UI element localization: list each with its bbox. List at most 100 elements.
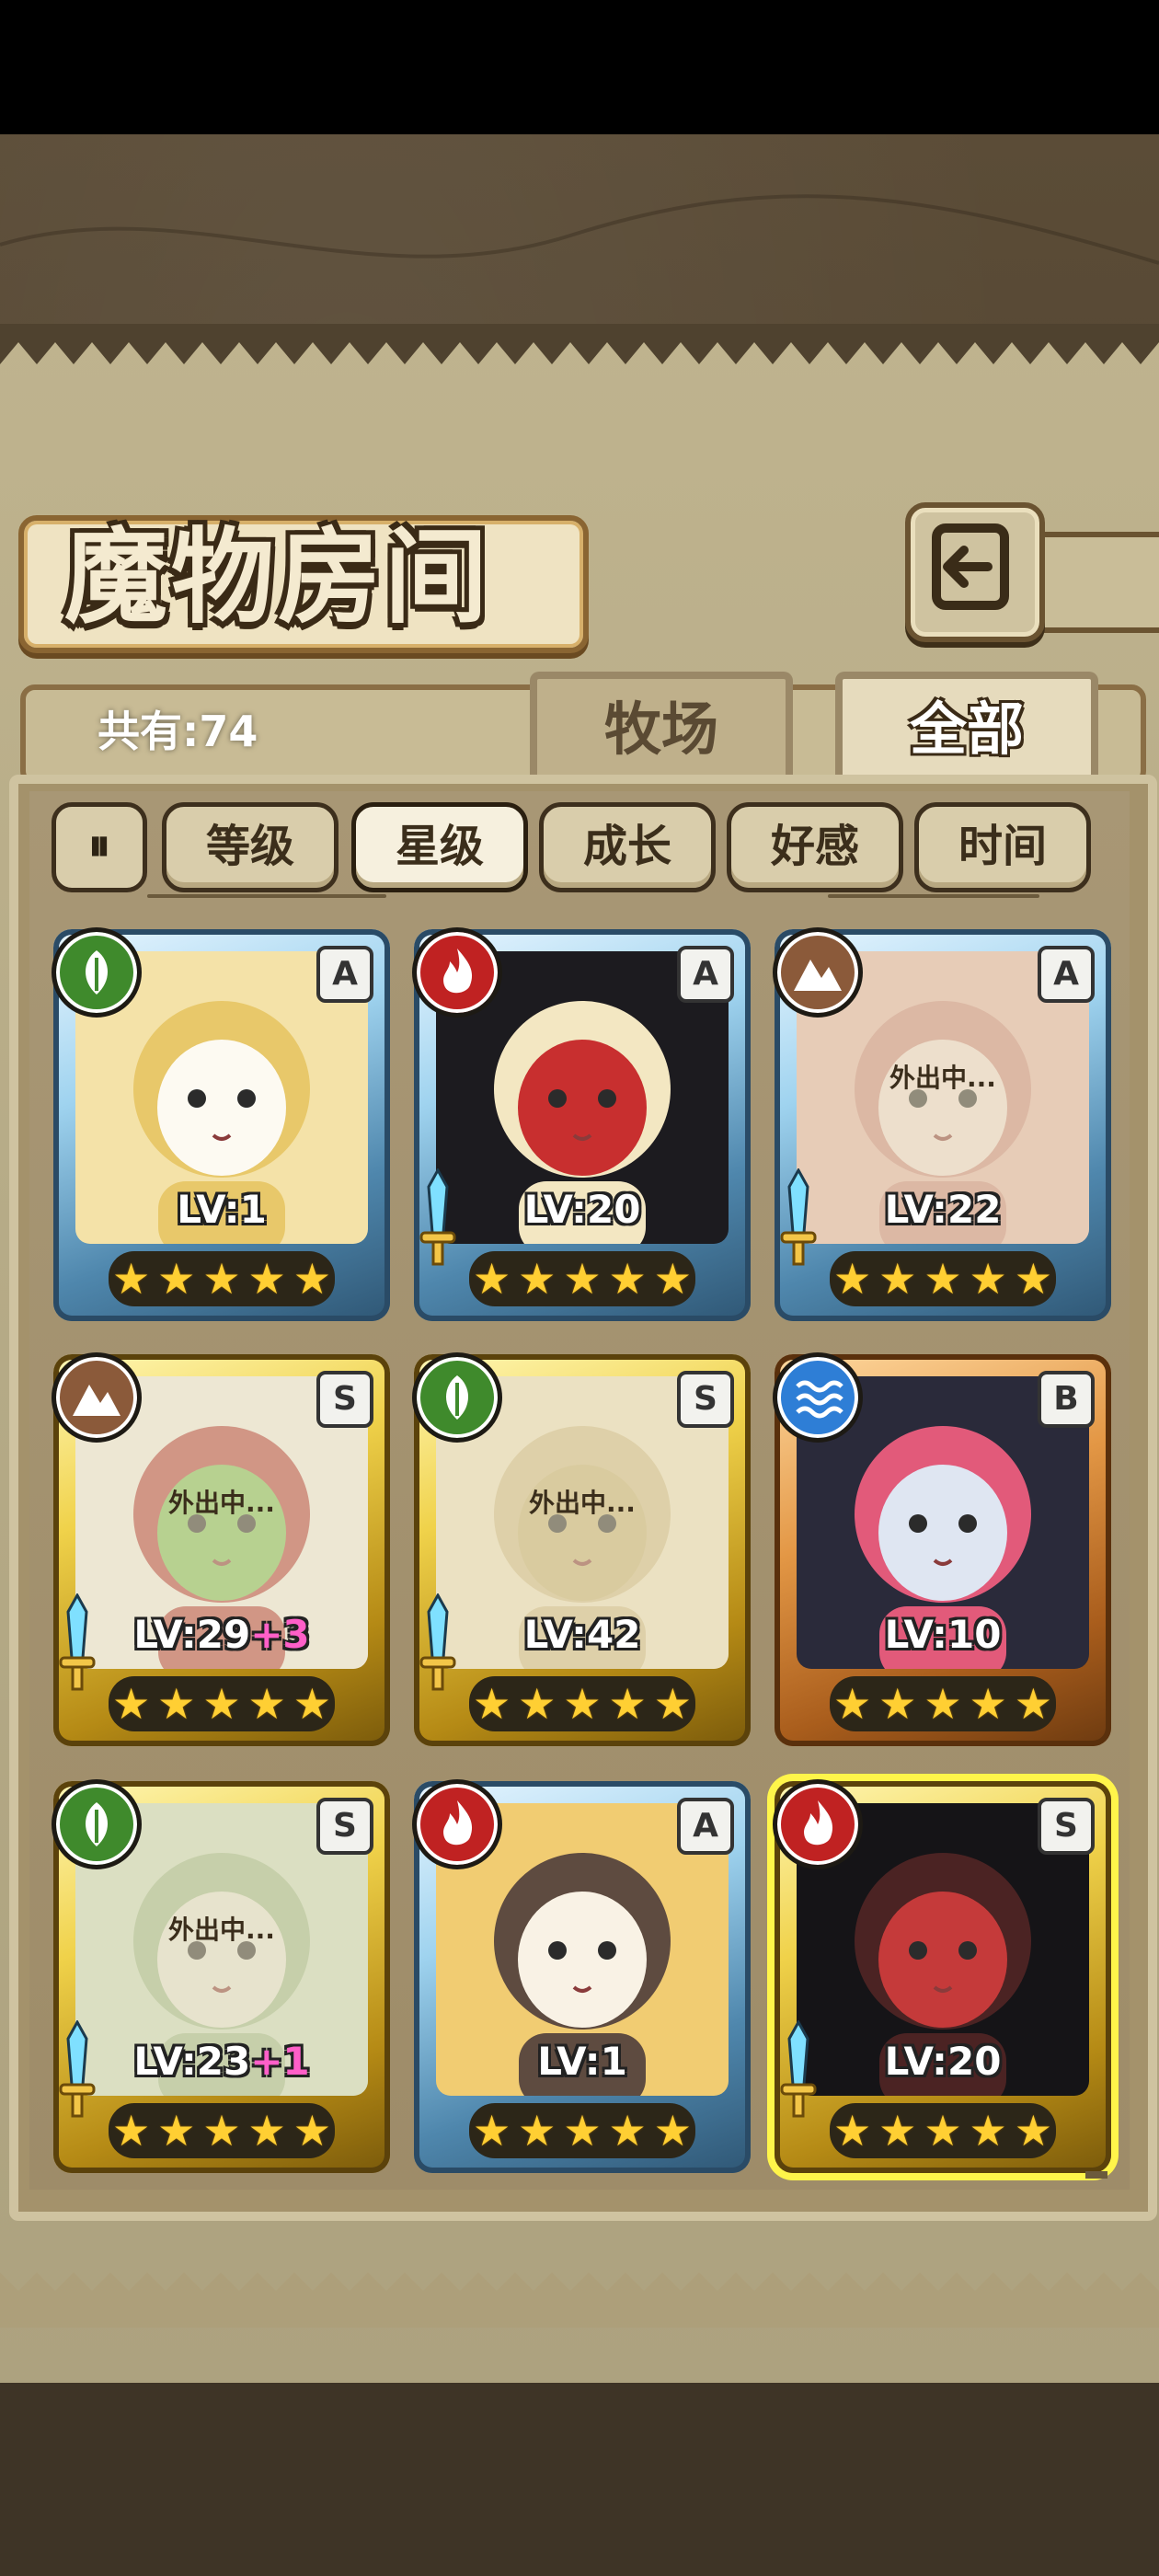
rank-badge: A: [1038, 946, 1095, 1003]
rank-badge: A: [677, 1798, 734, 1855]
star-icon: ★: [969, 1679, 1007, 1729]
star-icon: ★: [157, 2106, 196, 2156]
level-value: LV:1: [177, 1187, 267, 1232]
star-icon: ★: [608, 1679, 647, 1729]
star-icon: ★: [518, 1254, 557, 1304]
sort-direction-toggle[interactable]: ⏸: [52, 802, 147, 892]
rank-badge: B: [1038, 1371, 1095, 1428]
sort-button-level[interactable]: 等级: [162, 802, 339, 892]
sort-button-star[interactable]: 星级: [351, 802, 528, 892]
star-rating: ★ ★ ★ ★ ★: [109, 1251, 335, 1306]
star-icon: ★: [878, 1254, 917, 1304]
monster-count: 共有:74: [98, 707, 258, 756]
back-button[interactable]: [905, 502, 1045, 642]
monster-card[interactable]: 外出中... S LV:29+3 ★ ★ ★ ★ ★: [52, 1352, 390, 1746]
star-icon: ★: [247, 1679, 286, 1729]
sort-direction-icon: ⏸: [87, 820, 110, 871]
level-value: LV:10: [884, 1612, 1002, 1657]
star-icon: ★: [608, 2106, 647, 2156]
sort-button-time[interactable]: 时间: [914, 802, 1091, 892]
level-label: LV:1: [75, 1187, 368, 1232]
star-icon: ★: [924, 1679, 962, 1729]
star-icon: ★: [472, 2106, 511, 2156]
star-icon: ★: [293, 2106, 331, 2156]
level-label: LV:20: [436, 1187, 729, 1232]
star-icon: ★: [653, 1254, 692, 1304]
star-icon: ★: [924, 2106, 962, 2156]
level-label: LV:23+1: [75, 2039, 368, 2084]
water-element-icon: [773, 1352, 863, 1443]
tab-farm[interactable]: 牧场: [530, 672, 793, 780]
rank-badge: S: [316, 1798, 373, 1855]
star-icon: ★: [563, 1254, 602, 1304]
star-icon: ★: [878, 2106, 917, 2156]
star-rating: ★ ★ ★ ★ ★: [830, 1676, 1056, 1731]
star-icon: ★: [157, 1679, 196, 1729]
sort-divider: [147, 894, 386, 898]
star-rating: ★ ★ ★ ★ ★: [469, 1251, 695, 1306]
away-status: 外出中...: [168, 1915, 275, 1945]
back-button-strip: [1030, 532, 1159, 633]
rank-badge: S: [1038, 1798, 1095, 1855]
level-value: LV:1: [537, 2039, 627, 2084]
earth-element-icon: [773, 927, 863, 1018]
sort-divider: [828, 894, 1039, 898]
star-icon: ★: [832, 2106, 872, 2156]
star-icon: ★: [969, 2106, 1007, 2156]
star-icon: ★: [472, 1254, 511, 1304]
level-label: LV:22: [797, 1187, 1089, 1232]
panel-torn-edge-top: [0, 324, 1159, 364]
star-icon: ★: [878, 1679, 917, 1729]
star-icon: ★: [518, 1679, 557, 1729]
level-label: LV:1: [436, 2039, 729, 2084]
sort-button-affection[interactable]: 好感: [727, 802, 903, 892]
monster-card[interactable]: S LV:20 ★ ★ ★ ★ ★: [773, 1779, 1111, 2173]
star-icon: ★: [832, 1254, 872, 1304]
star-icon: ★: [202, 2106, 241, 2156]
level-value: LV:42: [523, 1612, 641, 1657]
star-icon: ★: [111, 1254, 151, 1304]
monster-card[interactable]: A LV:1 ★ ★ ★ ★ ★: [52, 927, 390, 1321]
level-bonus: +1: [250, 2039, 310, 2084]
monster-card[interactable]: 外出中... A LV:22 ★ ★ ★ ★ ★: [773, 927, 1111, 1321]
sort-button-growth[interactable]: 成长: [539, 802, 716, 892]
rank-badge: S: [316, 1371, 373, 1428]
star-icon: ★: [608, 1254, 647, 1304]
star-icon: ★: [202, 1254, 241, 1304]
map-footer: [0, 2383, 1159, 2576]
level-label: LV:29+3: [75, 1612, 368, 1657]
monster-card[interactable]: B LV:10 ★ ★ ★ ★ ★: [773, 1352, 1111, 1746]
nature-element-icon: [412, 1352, 502, 1443]
star-icon: ★: [293, 1679, 331, 1729]
level-bonus: +3: [250, 1612, 310, 1657]
star-rating: ★ ★ ★ ★ ★: [109, 2103, 335, 2158]
star-icon: ★: [969, 1254, 1007, 1304]
star-rating: ★ ★ ★ ★ ★: [469, 2103, 695, 2158]
level-value: LV:20: [523, 1187, 641, 1232]
level-label: LV:42: [436, 1612, 729, 1657]
scrollbar[interactable]: [1085, 2171, 1107, 2179]
level-value: LV:29: [133, 1612, 251, 1657]
monster-card[interactable]: 外出中... S LV:23+1 ★ ★ ★ ★ ★: [52, 1779, 390, 2173]
star-icon: ★: [1014, 1254, 1052, 1304]
panel-torn-edge-bottom: [0, 2272, 1159, 2328]
monster-card[interactable]: A LV:1 ★ ★ ★ ★ ★: [412, 1779, 751, 2173]
nature-element-icon: [52, 1779, 142, 1869]
away-status: 外出中...: [168, 1488, 275, 1518]
star-icon: ★: [1014, 2106, 1052, 2156]
status-bar: [0, 0, 1159, 134]
star-icon: ★: [472, 1679, 511, 1729]
fire-element-icon: [412, 927, 502, 1018]
monster-card[interactable]: 外出中... S LV:42 ★ ★ ★ ★ ★: [412, 1352, 751, 1746]
monster-card[interactable]: A LV:20 ★ ★ ★ ★ ★: [412, 927, 751, 1321]
star-icon: ★: [293, 1254, 331, 1304]
star-rating: ★ ★ ★ ★ ★: [469, 1676, 695, 1731]
star-icon: ★: [563, 2106, 602, 2156]
level-label: LV:20: [797, 2039, 1089, 2084]
level-value: LV:22: [884, 1187, 1002, 1232]
rank-badge: A: [677, 946, 734, 1003]
tab-all[interactable]: 全部: [835, 672, 1098, 780]
star-rating: ★ ★ ★ ★ ★: [109, 1676, 335, 1731]
return-arrow-icon: [932, 523, 1009, 610]
star-icon: ★: [247, 1254, 286, 1304]
